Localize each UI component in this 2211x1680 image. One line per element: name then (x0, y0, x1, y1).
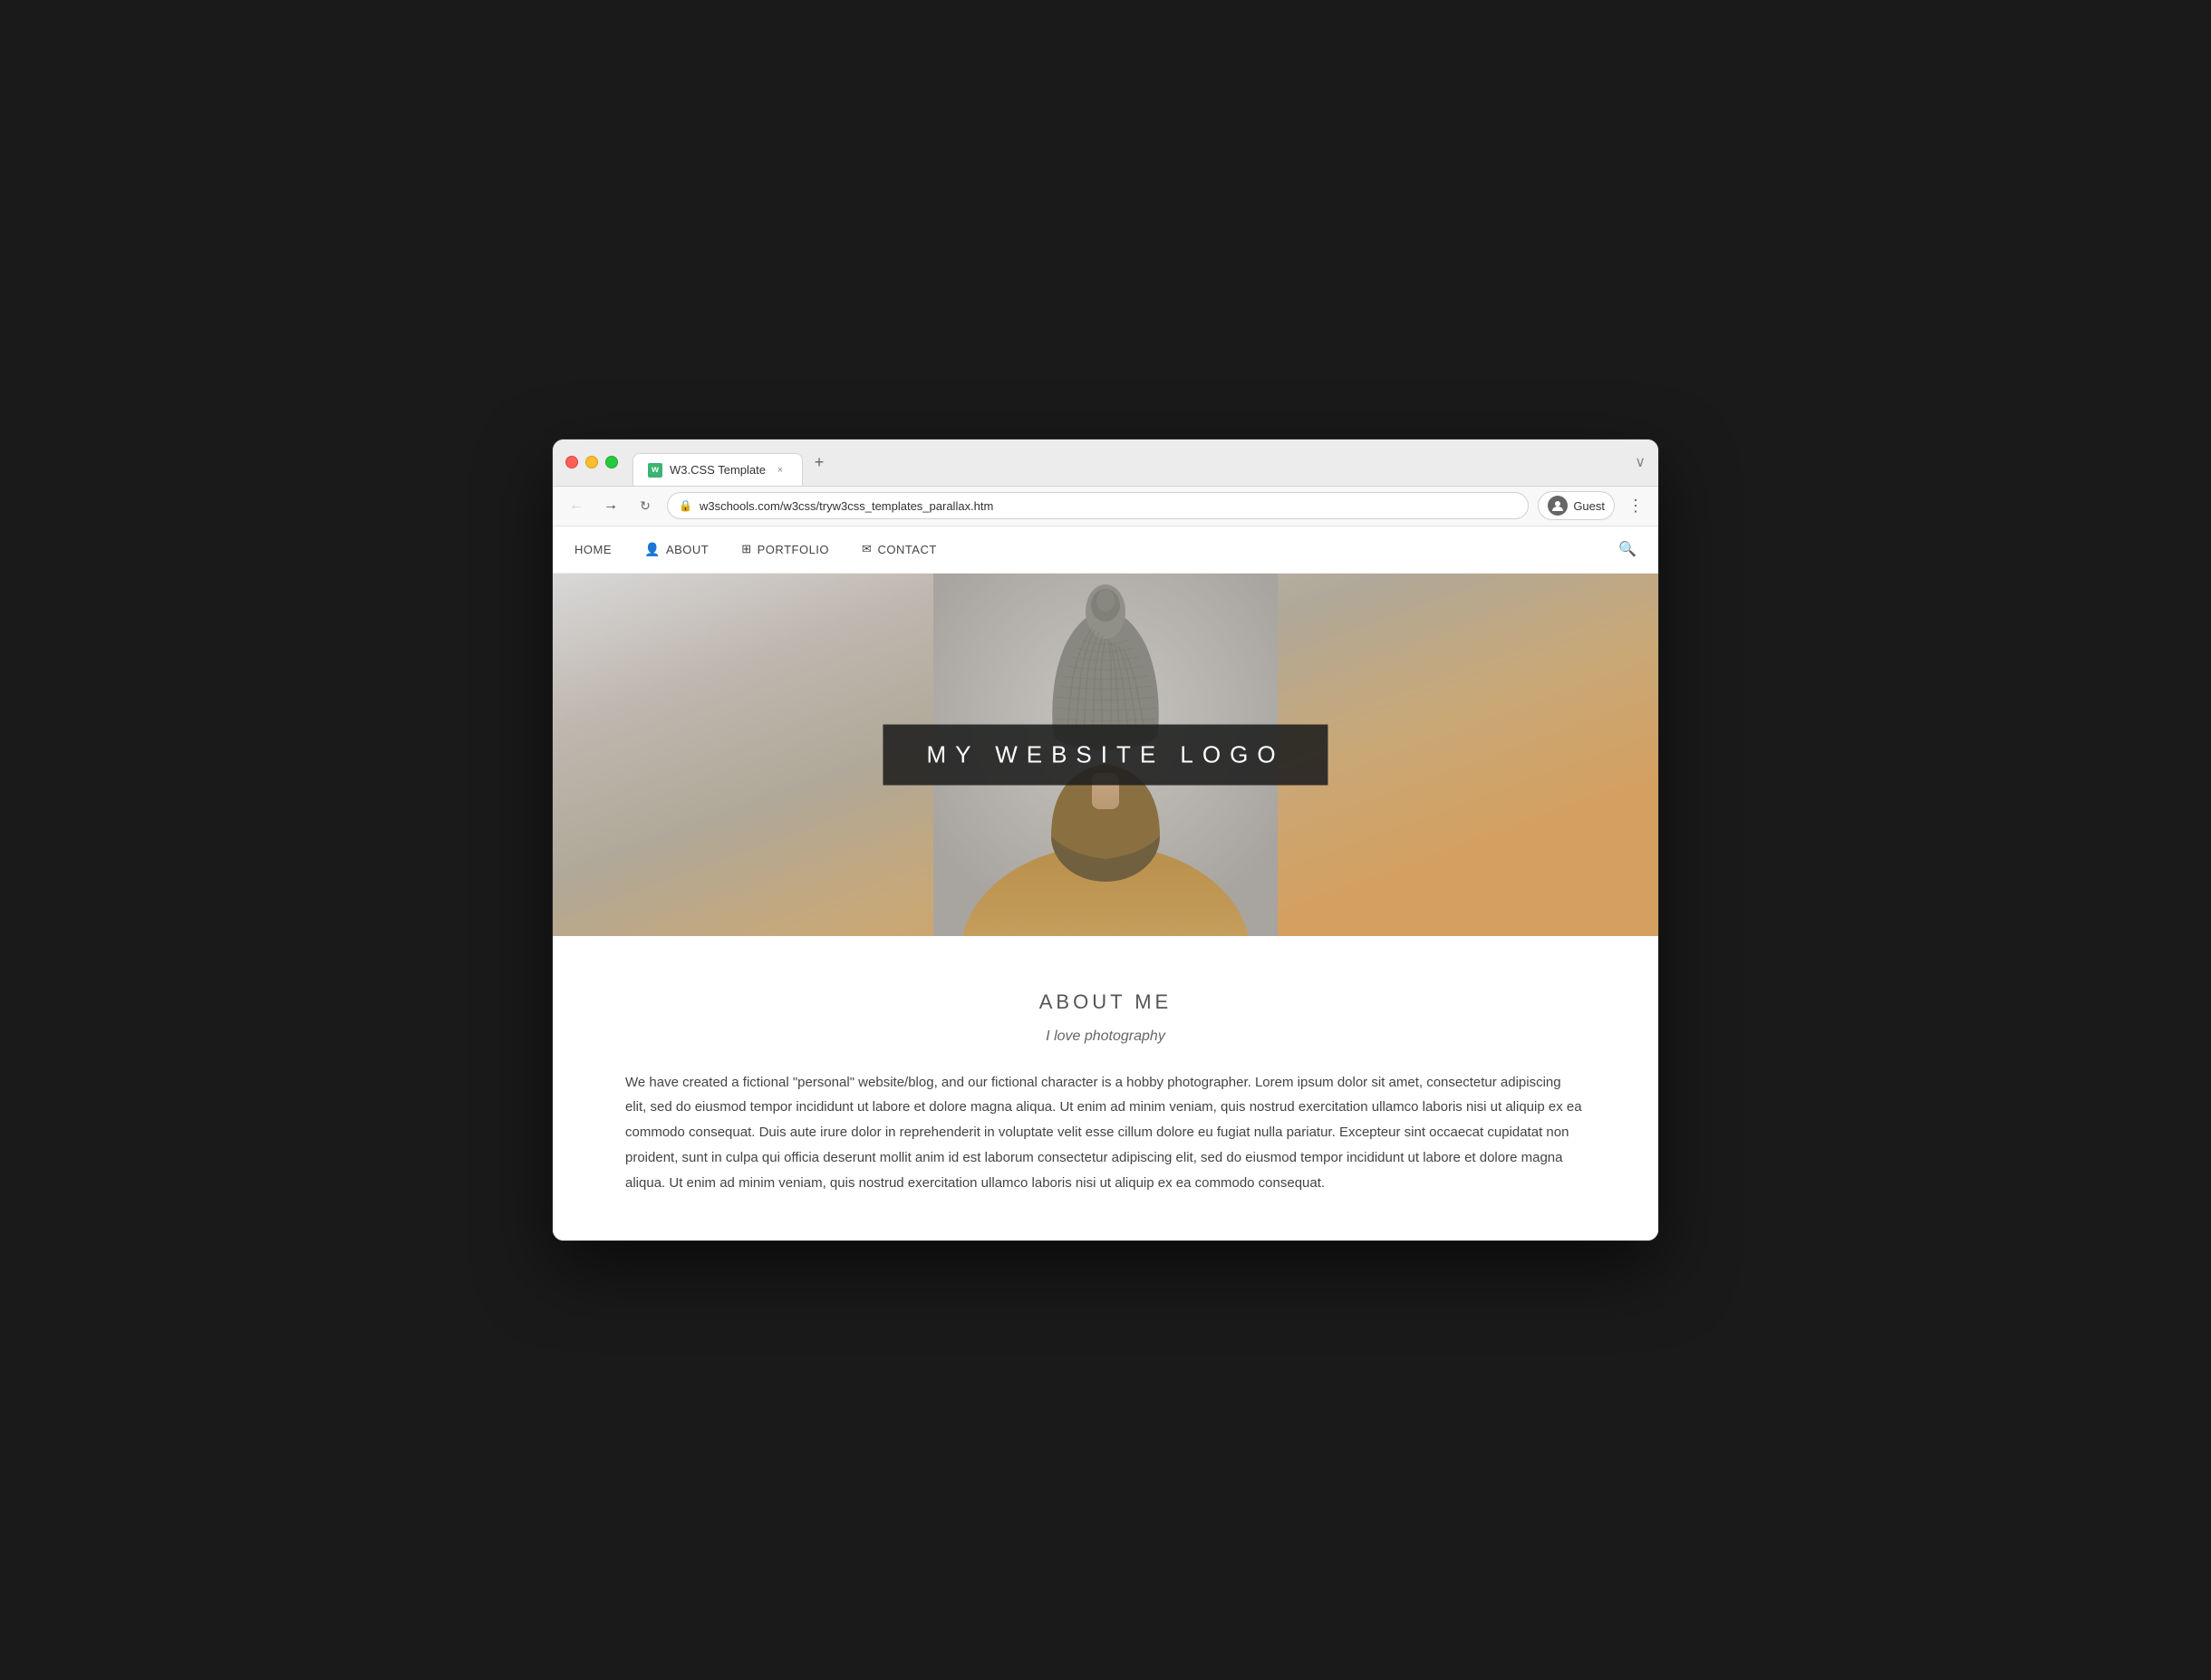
profile-icon (1548, 496, 1568, 516)
about-title: ABOUT ME (625, 990, 1586, 1014)
active-tab[interactable]: w W3.CSS Template × (632, 453, 803, 486)
lock-icon: 🔒 (679, 499, 692, 512)
window-expand-button[interactable]: ∨ (1635, 453, 1646, 471)
hero-section: MY WEBSITE LOGO (553, 574, 1658, 936)
fullscreen-button[interactable] (605, 456, 618, 468)
nav-portfolio-label: PORTFOLIO (758, 543, 829, 556)
about-subtitle: I love photography (625, 1028, 1586, 1045)
forward-button[interactable]: → (598, 493, 623, 518)
address-bar: ← → ↻ 🔒 w3schools.com/w3css/tryw3css_tem… (553, 487, 1658, 526)
hero-logo-box: MY WEBSITE LOGO (883, 724, 1328, 785)
tab-close-button[interactable]: × (773, 463, 787, 478)
search-icon[interactable]: 🔍 (1618, 540, 1637, 558)
tab-title: W3.CSS Template (670, 463, 766, 477)
back-button[interactable]: ← (564, 493, 589, 518)
minimize-button[interactable] (585, 456, 598, 468)
nav-home[interactable]: HOME (574, 543, 628, 556)
about-section: ABOUT ME I love photography We have crea… (553, 936, 1658, 1241)
site-content: HOME 👤 ABOUT ⊞ PORTFOLIO ✉ CONTACT 🔍 (553, 526, 1658, 1241)
hero-logo-text: MY WEBSITE LOGO (926, 740, 1284, 768)
nav-home-label: HOME (574, 543, 612, 556)
person-icon: 👤 (644, 542, 661, 557)
nav-about-label: ABOUT (666, 543, 709, 556)
reload-button[interactable]: ↻ (632, 493, 658, 518)
nav-contact-label: CONTACT (877, 543, 936, 556)
title-bar: w W3.CSS Template × + ∨ (553, 439, 1658, 487)
nav-portfolio[interactable]: ⊞ PORTFOLIO (725, 542, 845, 556)
site-nav: HOME 👤 ABOUT ⊞ PORTFOLIO ✉ CONTACT 🔍 (553, 526, 1658, 574)
profile-label: Guest (1573, 499, 1605, 513)
close-button[interactable] (565, 456, 578, 468)
nav-contact[interactable]: ✉ CONTACT (845, 542, 953, 556)
new-tab-button[interactable]: + (806, 449, 832, 475)
browser-menu-button[interactable]: ⋮ (1624, 497, 1647, 516)
url-bar[interactable]: 🔒 w3schools.com/w3css/tryw3css_templates… (667, 492, 1529, 519)
traffic-lights (565, 456, 618, 468)
grid-icon: ⊞ (741, 542, 751, 556)
tab-bar: w W3.CSS Template × + (632, 446, 1635, 478)
nav-about[interactable]: 👤 ABOUT (628, 542, 725, 557)
profile-button[interactable]: Guest (1538, 491, 1615, 520)
envelope-icon: ✉ (862, 542, 872, 556)
url-text: w3schools.com/w3css/tryw3css_templates_p… (700, 499, 993, 513)
mac-window: w W3.CSS Template × + ∨ ← → ↻ 🔒 w3school… (553, 439, 1658, 1241)
tab-favicon: w (648, 463, 662, 478)
about-body-text: We have created a fictional "personal" w… (625, 1070, 1586, 1196)
